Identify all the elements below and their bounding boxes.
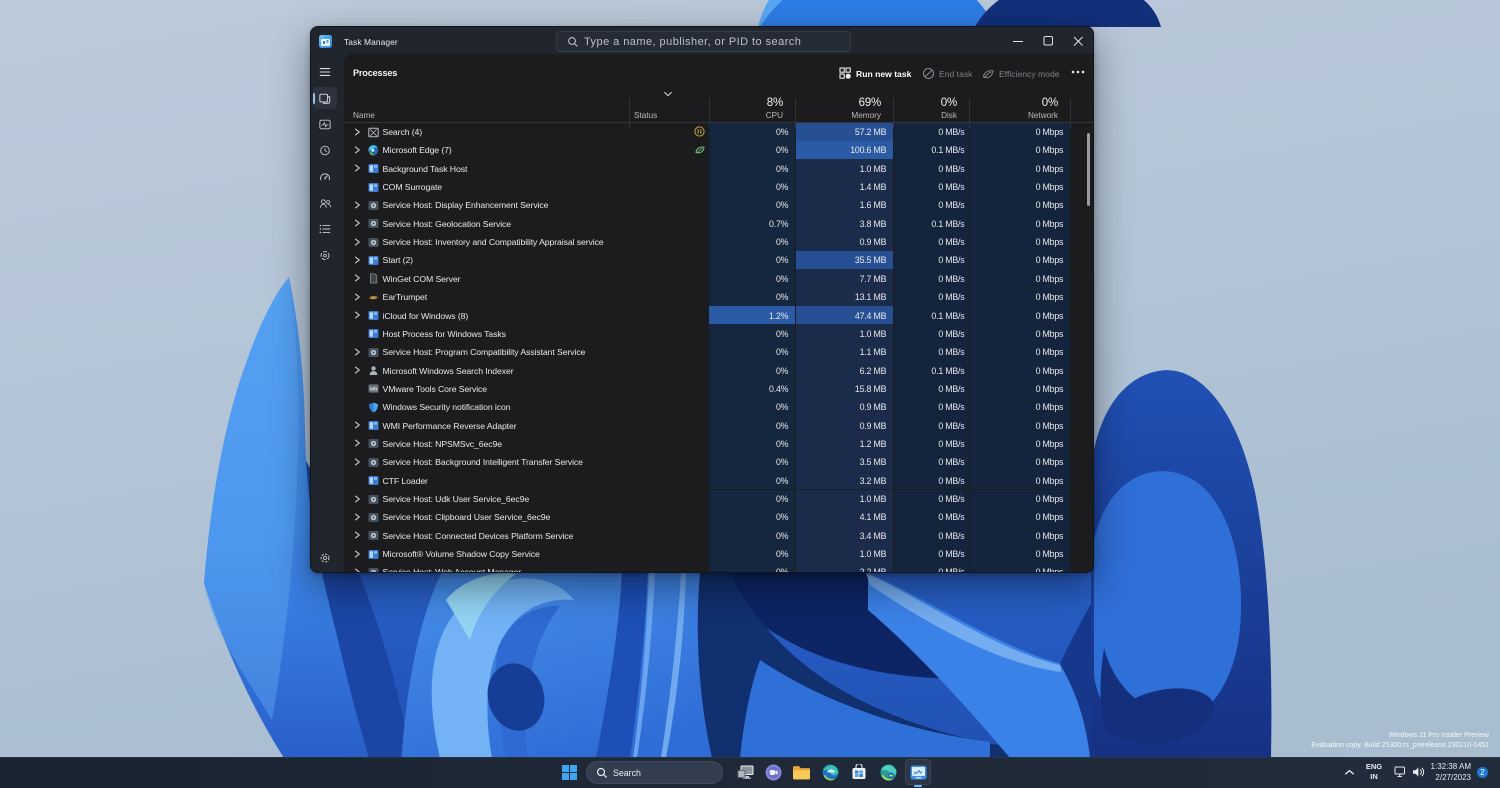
svg-text:vm: vm xyxy=(370,387,378,393)
